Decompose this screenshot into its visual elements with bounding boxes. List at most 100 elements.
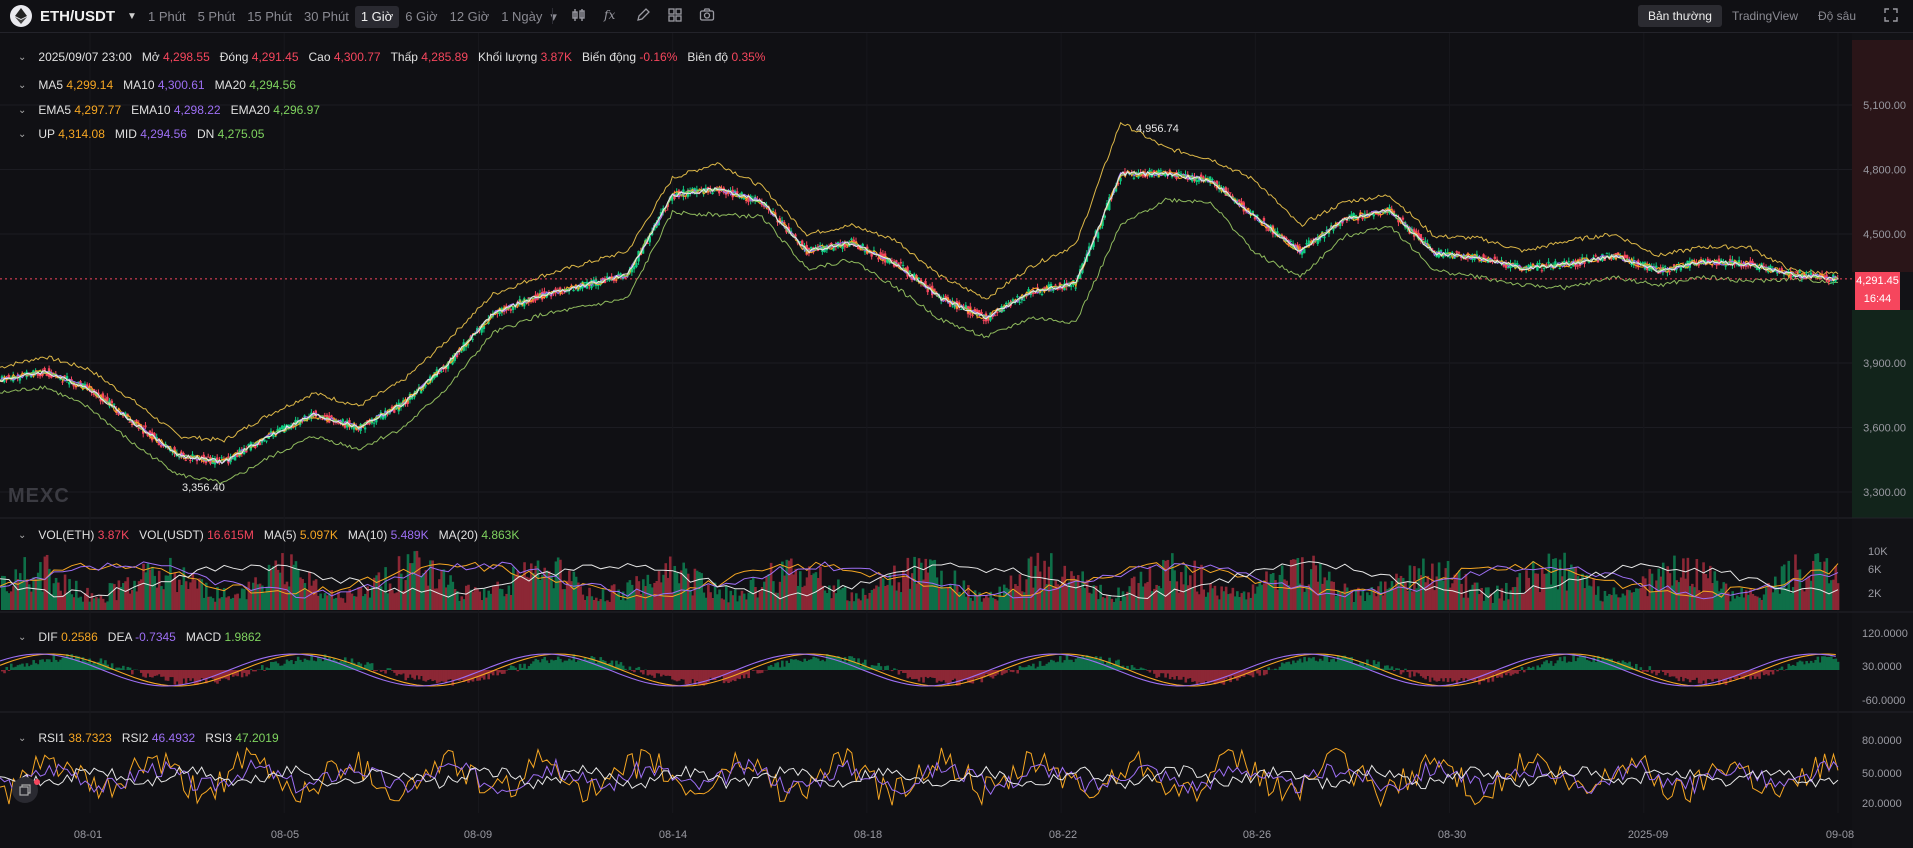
draw-icon[interactable] [634, 6, 652, 24]
volume-bar [193, 580, 197, 610]
interval-5m[interactable]: 5 Phút [192, 6, 242, 28]
interval-6h[interactable]: 6 Giờ [399, 6, 443, 28]
volume-bar [476, 588, 479, 610]
interval-1h[interactable]: 1 Giờ [354, 6, 400, 28]
volume-bar [1493, 592, 1497, 610]
macd-histogram-bar [534, 658, 538, 670]
macd-histogram-bar [191, 670, 195, 679]
volume-bar [684, 568, 688, 610]
chevron-down-icon[interactable]: ▼ [127, 11, 137, 22]
volume-bar [1791, 587, 1795, 610]
macd-histogram-bar [86, 662, 89, 670]
formula-icon[interactable]: fx [602, 6, 620, 24]
candle-body [112, 403, 116, 405]
macd-histogram-bar [886, 665, 889, 670]
volume-bar [1092, 585, 1096, 610]
macd-histogram-bar [1540, 664, 1544, 670]
volume-bar [426, 585, 430, 610]
macd-histogram-bar [317, 656, 320, 670]
volume-bar [357, 587, 360, 610]
macd-histogram-bar [651, 670, 654, 676]
candle-body [1558, 267, 1562, 270]
volume-bar [1735, 595, 1739, 610]
volume-bar [1236, 591, 1239, 610]
indicator-icon[interactable] [570, 6, 588, 24]
volume-bar [586, 596, 589, 610]
collapse-chevron-icon[interactable]: ⌄ [18, 733, 26, 744]
macd-histogram-bar [1417, 670, 1421, 674]
price-chart[interactable]: 5,100.00 4,800.00 4,500.00 3,900.00 3,600.00… [0, 33, 1913, 848]
volume-bar [913, 556, 916, 610]
volume-bar [1816, 553, 1820, 610]
volume-bar [339, 597, 343, 610]
macd-histogram-bar [101, 663, 105, 670]
volume-bar [946, 587, 950, 610]
macd-histogram-bar [1422, 670, 1425, 678]
macd-histogram-bar [899, 670, 903, 672]
macd-histogram-bar [1581, 656, 1584, 670]
interval-1m[interactable]: 1 Phút [142, 6, 192, 28]
interval-12h[interactable]: 12 Giờ [444, 6, 496, 28]
volume-bar [758, 591, 762, 610]
volume-bar [657, 571, 661, 610]
volume-bar [1269, 574, 1273, 610]
collapse-chevron-icon[interactable]: ⌄ [18, 632, 26, 643]
view-depth[interactable]: Độ sâu [1808, 5, 1866, 27]
volume-bar [1410, 591, 1414, 610]
macd-histogram-bar [1045, 663, 1049, 670]
macd-histogram-bar [1545, 660, 1548, 670]
collapse-chevron-icon[interactable]: ⌄ [18, 129, 26, 140]
volume-bar [312, 580, 316, 610]
collapse-chevron-icon[interactable]: ⌄ [18, 105, 26, 116]
view-basic[interactable]: Bản thường [1638, 5, 1722, 27]
macd-histogram-bar [877, 662, 881, 670]
macd-histogram-bar [834, 656, 838, 670]
volume-bar [942, 588, 946, 610]
macd-histogram-bar [1762, 670, 1766, 676]
collapse-chevron-icon[interactable]: ⌄ [18, 530, 26, 541]
volume-bar [1229, 593, 1232, 610]
rsi1-line [0, 746, 1839, 808]
volume-bar [1623, 595, 1627, 610]
interval-30m[interactable]: 30 Phút [298, 6, 355, 28]
volume-bar [1543, 573, 1546, 610]
fullscreen-icon[interactable] [1884, 8, 1898, 27]
macd-histogram-bar [1446, 670, 1450, 683]
macd-histogram-bar [920, 670, 923, 678]
volume-bar [124, 581, 127, 610]
volume-bar [895, 590, 898, 610]
macd-histogram-bar [1188, 670, 1192, 679]
candle-body [982, 319, 985, 321]
macd-histogram-bar [131, 670, 134, 675]
time-axis-label: 08-18 [854, 829, 882, 841]
macd-histogram-bar [408, 670, 412, 675]
volume-bar [727, 602, 730, 610]
view-tradingview[interactable]: TradingView [1722, 5, 1808, 27]
macd-histogram-bar [1011, 670, 1015, 673]
collapse-chevron-icon[interactable]: ⌄ [18, 80, 26, 91]
layout-icon[interactable] [666, 6, 684, 24]
macd-histogram-bar [1372, 660, 1376, 670]
macd-histogram-bar [1, 670, 4, 672]
macd-histogram-bar [1684, 670, 1687, 679]
change-label: Biến động [581, 50, 637, 64]
interval-15m[interactable]: 15 Phút [241, 6, 298, 28]
volume-bar [1139, 571, 1143, 610]
macd-histogram-bar [738, 670, 742, 680]
candle-body [260, 441, 264, 443]
symbol-selector[interactable]: ETH/USDT ▼ [10, 5, 137, 27]
macd-histogram-bar [471, 670, 475, 682]
vol-ma5-label: MA(5) [263, 528, 297, 542]
camera-icon[interactable] [698, 6, 716, 24]
macd-histogram-bar [1213, 670, 1217, 685]
volume-bar [962, 580, 966, 610]
macd-histogram-bar [861, 662, 865, 670]
macd-histogram-bar [25, 663, 29, 670]
volume-bar [482, 588, 486, 610]
volume-bar [464, 585, 468, 610]
interval-dropdown-icon[interactable]: ▾ [548, 6, 559, 28]
candle-body [460, 351, 463, 353]
interval-1d[interactable]: 1 Ngày [495, 6, 548, 28]
macd-histogram-bar [144, 670, 148, 678]
collapse-chevron-icon[interactable]: ⌄ [18, 52, 26, 63]
